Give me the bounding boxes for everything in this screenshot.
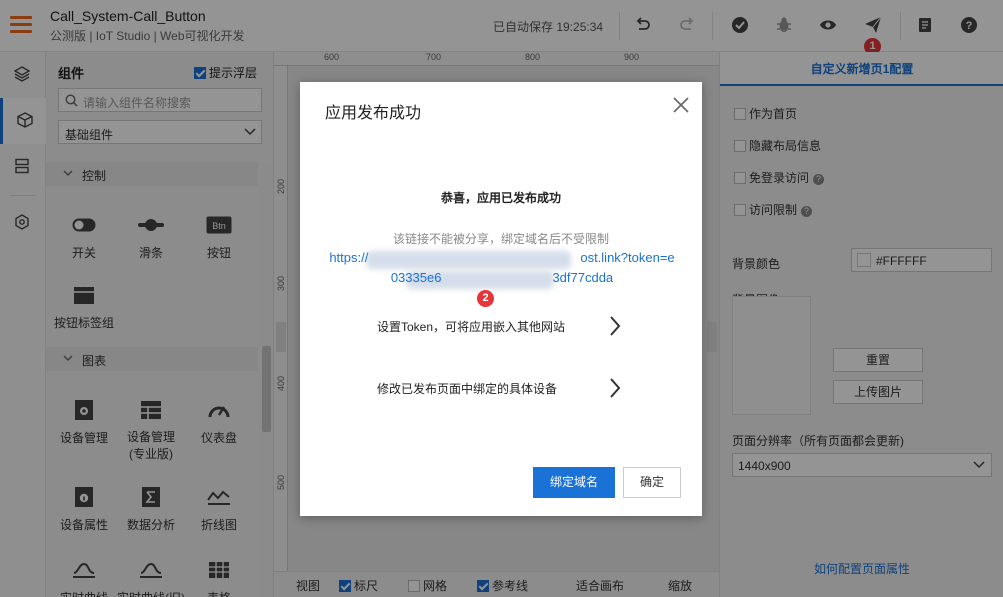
link-fragment: ost.link?token=e	[580, 250, 675, 265]
step-badge-2: 2	[477, 290, 494, 307]
chevron-right-icon	[610, 316, 621, 336]
set-token-label: 设置Token，可将应用嵌入其他网站	[377, 320, 566, 334]
set-token-row[interactable]: 设置Token，可将应用嵌入其他网站	[300, 314, 702, 338]
chevron-right-icon	[610, 378, 621, 398]
publish-congrats-text: 恭喜，应用已发布成功	[440, 191, 561, 205]
close-icon[interactable]	[672, 96, 690, 114]
modify-device-row[interactable]: 修改已发布页面中绑定的具体设备	[300, 376, 702, 400]
bind-domain-button[interactable]: 绑定域名	[533, 467, 615, 498]
link-line-2: 03335e6 3df77cdda	[322, 268, 682, 288]
link-fragment: 3df77cdda	[552, 270, 614, 285]
link-line-1: https:// ost.link?token=e	[322, 248, 682, 268]
publish-success-dialog: 应用发布成功 恭喜，应用已发布成功 该链接不能被分享，绑定域名后不受限制 htt…	[300, 82, 702, 516]
link-fragment: 03335e6	[390, 270, 442, 285]
ok-button[interactable]: 确定	[623, 467, 681, 498]
link-fragment: https://	[329, 250, 369, 265]
link-share-note: 该链接不能被分享，绑定域名后不受限制	[392, 232, 609, 246]
modify-device-label: 修改已发布页面中绑定的具体设备	[377, 382, 558, 396]
published-app-link[interactable]: https:// ost.link?token=e 03335e6 3df77cdd…	[322, 248, 682, 288]
dialog-title: 应用发布成功	[325, 105, 422, 122]
